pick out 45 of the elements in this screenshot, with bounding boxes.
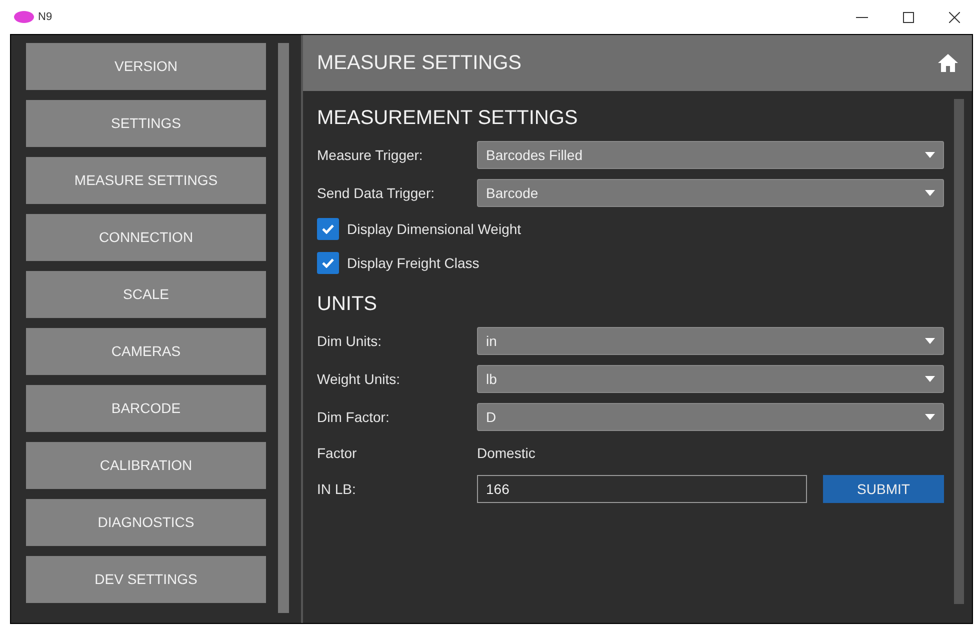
maximize-icon: [902, 12, 914, 22]
factor-value: Domestic: [477, 444, 536, 462]
dropdown[interactable]: D: [477, 403, 944, 431]
close-icon: [948, 12, 960, 22]
nav-button[interactable]: SETTINGS: [26, 100, 266, 147]
check-icon: [322, 224, 334, 234]
submit-button[interactable]: SUBMIT: [823, 475, 944, 503]
caret-icon: [925, 414, 935, 420]
field-label: IN LB:: [317, 480, 357, 498]
logo-icon: [14, 10, 34, 24]
section-title: UNITS: [317, 292, 378, 317]
nav-button[interactable]: DIAGNOSTICS: [26, 499, 266, 546]
checkbox-label: Display Freight Class: [347, 254, 480, 273]
nav-button[interactable]: CONNECTION: [26, 214, 266, 261]
field-label: Dim Units:: [317, 332, 383, 350]
home-icon[interactable]: [938, 54, 958, 72]
dropdown[interactable]: in: [477, 327, 944, 355]
dropdown[interactable]: Barcodes Filled: [477, 141, 944, 169]
input-field[interactable]: 166: [477, 475, 807, 503]
caret-icon: [925, 152, 935, 158]
minimize-icon: [856, 16, 868, 18]
nav-button[interactable]: VERSION: [26, 43, 266, 90]
section-title: MEASUREMENT SETTINGS: [317, 106, 579, 131]
check-icon: [322, 258, 334, 268]
dropdown[interactable]: Barcode: [477, 179, 944, 207]
nav-button[interactable]: MEASURE SETTINGS: [26, 157, 266, 204]
field-label: Dim Factor:: [317, 408, 390, 426]
nav-button[interactable]: DEV SETTINGS: [26, 556, 266, 603]
window-title: N9: [38, 10, 52, 25]
checkbox[interactable]: [317, 218, 339, 240]
checkbox-label: Display Dimensional Weight: [347, 220, 522, 239]
checkbox[interactable]: [317, 252, 339, 274]
caret-icon: [925, 376, 935, 382]
field-label: Measure Trigger:: [317, 146, 424, 165]
field-label: Weight Units:: [317, 370, 401, 389]
nav-button[interactable]: BARCODE: [26, 385, 266, 432]
nav-button[interactable]: CALIBRATION: [26, 442, 266, 489]
field-label: Send Data Trigger:: [317, 184, 436, 203]
caret-icon: [925, 338, 935, 344]
page-title: MEASURE SETTINGS: [317, 51, 522, 76]
field-label: Factor: [317, 444, 358, 462]
nav-button[interactable]: SCALE: [26, 271, 266, 318]
caret-icon: [925, 190, 935, 196]
dropdown[interactable]: lb: [477, 365, 944, 393]
nav-button[interactable]: CAMERAS: [26, 328, 266, 375]
